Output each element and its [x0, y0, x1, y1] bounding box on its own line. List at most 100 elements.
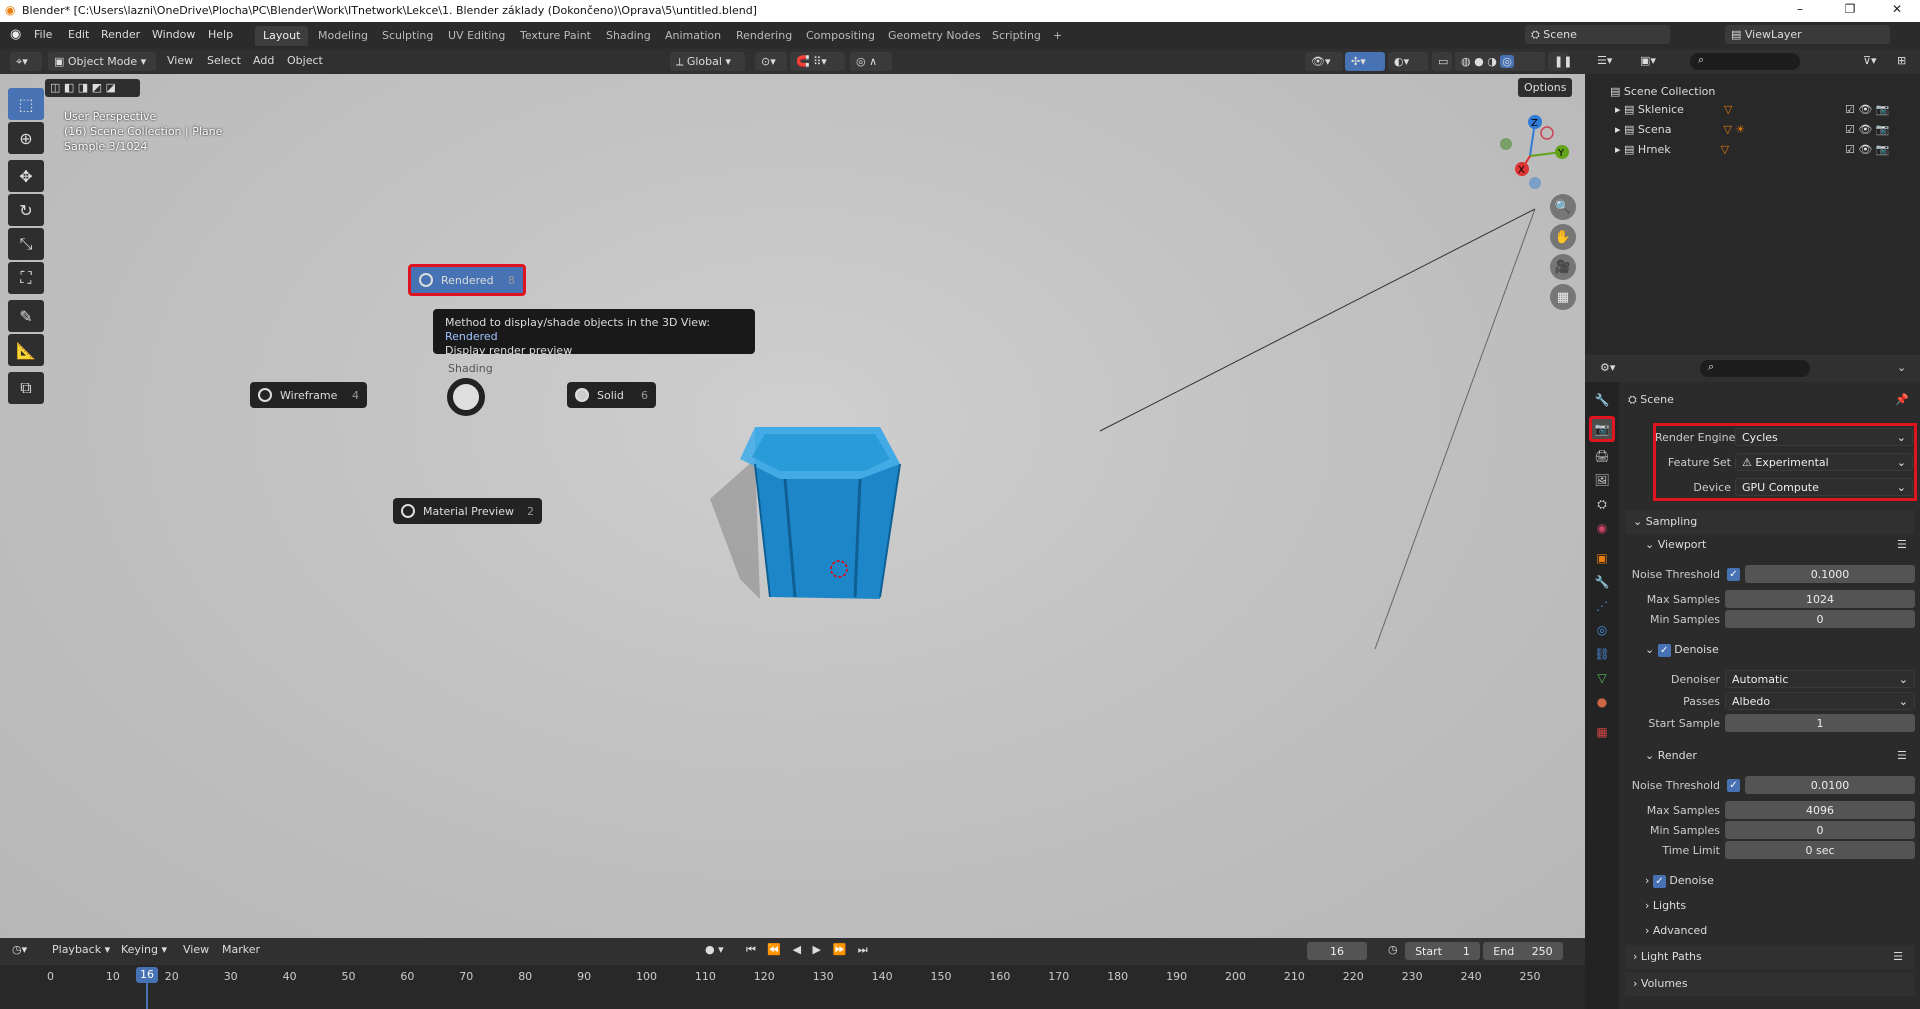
glass-object[interactable]	[700, 419, 940, 619]
viewport-max-samples-field[interactable]: 1024	[1725, 590, 1915, 608]
gizmo-toggle[interactable]: ✣▾	[1345, 52, 1385, 71]
navigation-gizmo[interactable]: Z Y X	[1490, 114, 1570, 194]
tab-animation[interactable]: Animation	[657, 26, 729, 46]
pie-wireframe-button[interactable]: Wireframe 4	[250, 382, 367, 408]
3d-viewport[interactable]: ◫ ◧ ◨ ◩ ◪ Options User Perspective (16) …	[0, 74, 1585, 938]
render-denoise-checkbox[interactable]: ✓	[1652, 875, 1666, 888]
visibility-toggles[interactable]: ☑ 👁 📷	[1845, 143, 1890, 156]
object-mode-dropdown[interactable]: ▣ Object Mode ▾	[48, 52, 156, 71]
start-sample-field[interactable]: 1	[1725, 714, 1915, 732]
menu-file[interactable]: File	[34, 28, 52, 41]
render-denoise-subpanel[interactable]: › ✓ Denoise	[1645, 874, 1714, 888]
object-tab-icon[interactable]: ▣	[1592, 548, 1612, 568]
lights-subpanel[interactable]: › Lights	[1645, 899, 1686, 912]
volumes-panel-header[interactable]: › Volumes	[1625, 972, 1915, 996]
snap-toggle[interactable]: 🧲 ⠿▾	[790, 52, 845, 71]
viewport-denoise-checkbox[interactable]: ✓	[1657, 644, 1671, 657]
menu-keying[interactable]: Keying ▾	[121, 943, 167, 956]
viewlayer-selector[interactable]: ▤ ViewLayer	[1725, 25, 1890, 44]
timeline-track[interactable]: 0 10 20 30 40 50 60 70 80 90 100 110 120 130 140 150 160…	[0, 965, 1585, 1009]
menu-playback[interactable]: Playback ▾	[52, 943, 110, 956]
pin-icon[interactable]: 📌	[1895, 393, 1909, 406]
playback-controls[interactable]: ⏮ ⏪ ◀ ▶ ⏩ ⏭	[746, 943, 872, 957]
tab-uv-editing[interactable]: UV Editing	[440, 26, 513, 46]
pan-hand-icon[interactable]: ✋	[1550, 224, 1576, 250]
tab-modeling[interactable]: Modeling	[310, 26, 376, 46]
viewport-subpanel-header[interactable]: ⌄ Viewport	[1645, 538, 1706, 551]
outliner-editor-icon[interactable]: ☰▾	[1597, 54, 1612, 67]
render-noise-threshold-field[interactable]: 0.0100	[1745, 776, 1915, 794]
visibility-toggles[interactable]: ☑ 👁 📷	[1845, 123, 1890, 136]
presets-list-icon[interactable]: ☰	[1897, 538, 1907, 551]
light-paths-panel-header[interactable]: › Light Paths ☰	[1625, 945, 1915, 969]
proportional-edit-toggle[interactable]: ◎ ∧	[850, 52, 892, 71]
menu-object[interactable]: Object	[287, 54, 323, 67]
filter-icon[interactable]: ⊽▾	[1863, 54, 1877, 67]
sampling-panel-header[interactable]: ⌄ Sampling	[1625, 510, 1915, 534]
render-max-samples-field[interactable]: 4096	[1725, 801, 1915, 819]
tab-compositing[interactable]: Compositing	[798, 26, 883, 46]
viewport-denoise-subpanel[interactable]: ⌄ ✓ Denoise	[1645, 643, 1719, 657]
tab-rendering[interactable]: Rendering	[728, 26, 800, 46]
shading-mode-buttons[interactable]: ◍ ● ◑ ◎	[1455, 52, 1545, 71]
properties-editor-icon[interactable]: ⚙▾	[1600, 361, 1615, 374]
visibility-toggles[interactable]: ☑ 👁 📷	[1845, 103, 1890, 116]
menu-render[interactable]: Render	[101, 28, 140, 41]
device-dropdown[interactable]: GPU Compute ⌄	[1735, 478, 1913, 496]
zoom-icon[interactable]: 🔍	[1550, 194, 1576, 220]
new-collection-icon[interactable]: ⊞	[1897, 54, 1906, 67]
blender-menu-icon[interactable]: ◉	[10, 27, 21, 42]
data-tab-icon[interactable]: ▽	[1592, 668, 1612, 688]
outliner-item[interactable]: ▸ ▤ Scena ▽ ☀ ☑ 👁 📷	[1615, 123, 1915, 136]
viewport-noise-threshold-field[interactable]: 0.1000	[1745, 565, 1915, 583]
maximize-button[interactable]: ❐	[1830, 2, 1870, 20]
menu-view[interactable]: View	[167, 54, 193, 67]
tab-geometry-nodes[interactable]: Geometry Nodes	[880, 26, 989, 46]
xray-toggle[interactable]: ▭	[1432, 52, 1452, 71]
view-layer-tab-icon[interactable]: 🖼	[1592, 470, 1612, 490]
render-noise-threshold-checkbox[interactable]: ✓	[1727, 779, 1740, 792]
end-frame-field[interactable]: End 250	[1483, 942, 1563, 960]
pivot-point-dropdown[interactable]: ⊙▾	[755, 52, 787, 71]
tab-scripting[interactable]: Scripting	[984, 26, 1049, 46]
display-mode-icon[interactable]: ▣▾	[1640, 54, 1656, 67]
render-subpanel-header[interactable]: ⌄ Render	[1645, 749, 1697, 762]
perspective-toggle-icon[interactable]: ▦	[1550, 284, 1576, 310]
render-min-samples-field[interactable]: 0	[1725, 821, 1915, 839]
menu-view[interactable]: View	[183, 943, 209, 956]
playhead-indicator[interactable]: 16	[136, 967, 158, 983]
constraints-tab-icon[interactable]: ⛓	[1592, 644, 1612, 664]
menu-edit[interactable]: Edit	[68, 28, 89, 41]
menu-marker[interactable]: Marker	[222, 943, 260, 956]
menu-select[interactable]: Select	[207, 54, 241, 67]
scene-tab-icon[interactable]: ⛭	[1592, 494, 1612, 514]
camera-view-icon[interactable]: 🎥	[1550, 254, 1576, 280]
transform-orientation-dropdown[interactable]: ⟂ Global ▾	[670, 52, 745, 71]
tab-shading[interactable]: Shading	[598, 26, 659, 46]
preview-range-icon[interactable]: ◷	[1388, 943, 1398, 956]
tab-layout[interactable]: Layout	[255, 26, 309, 46]
outliner-root[interactable]: ▤ Scene Collection	[1610, 85, 1715, 98]
material-tab-icon[interactable]: ●	[1592, 692, 1612, 712]
presets-list-icon[interactable]: ☰	[1897, 749, 1907, 762]
outliner-search-input[interactable]: ⌕	[1690, 53, 1800, 70]
texture-tab-icon[interactable]: ▦	[1592, 722, 1612, 742]
tool-tab-icon[interactable]: 🔧	[1592, 390, 1612, 410]
viewport-noise-threshold-checkbox[interactable]: ✓	[1727, 568, 1740, 581]
pause-render-button[interactable]: ❚❚	[1548, 52, 1572, 71]
render-tab-icon[interactable]: 📷	[1589, 416, 1615, 442]
denoiser-dropdown[interactable]: Automatic ⌄	[1725, 670, 1915, 688]
auto-keying-toggle[interactable]: ● ▾	[705, 943, 724, 956]
menu-add[interactable]: Add	[253, 54, 274, 67]
add-workspace-button[interactable]: +	[1045, 26, 1070, 46]
tab-texture-paint[interactable]: Texture Paint	[512, 26, 599, 46]
time-limit-field[interactable]: 0 sec	[1725, 841, 1915, 859]
outliner-item[interactable]: ▸ ▤ Hrnek ▽ ☑ 👁 📷	[1615, 143, 1915, 156]
outliner-item[interactable]: ▸ ▤ Sklenice ▽ ☑ 👁 📷	[1615, 103, 1915, 116]
pie-solid-button[interactable]: Solid 6	[567, 382, 656, 408]
passes-dropdown[interactable]: Albedo ⌄	[1725, 692, 1915, 710]
menu-help[interactable]: Help	[208, 28, 233, 41]
visibility-dropdown[interactable]: 👁▾	[1305, 52, 1343, 71]
viewport-min-samples-field[interactable]: 0	[1725, 610, 1915, 628]
timeline-editor-icon[interactable]: ◷▾	[12, 943, 27, 956]
